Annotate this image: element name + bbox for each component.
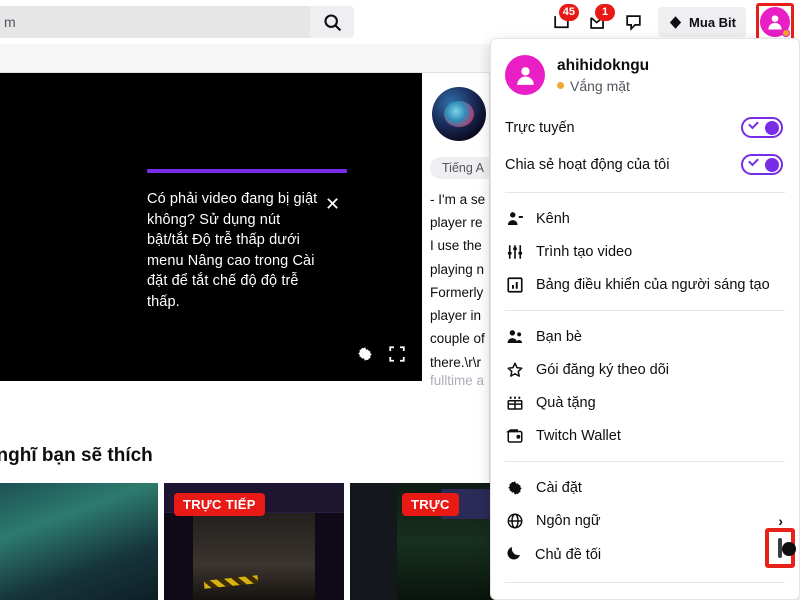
menu-label: Bảng điều khiển của người sáng tạo	[536, 277, 783, 293]
dropdown-status-label: Vắng mặt	[570, 78, 630, 94]
status-dot-badge	[782, 29, 790, 37]
menu-label: Kênh	[536, 211, 783, 227]
menu-item-friends[interactable]: Bạn bè	[491, 320, 799, 353]
toggle-row-share-activity[interactable]: Chia sẻ hoạt động của tôi	[491, 146, 799, 183]
thumbnail-chat-column	[350, 483, 397, 600]
inbox-badge: 1	[595, 4, 615, 21]
divider	[505, 192, 785, 193]
gift-icon	[505, 393, 524, 412]
search-icon	[322, 12, 343, 33]
tooltip-text: Có phải video đang bị giật không? Sử dụn…	[147, 189, 319, 312]
low-latency-tooltip: Có phải video đang bị giật không? Sử dụn…	[147, 169, 362, 312]
menu-item-dark-theme[interactable]: Chủ đề tối	[491, 537, 799, 573]
account-avatar-button[interactable]	[756, 3, 794, 41]
thumbnail-card[interactable]: TRỰC TIẾP	[164, 483, 344, 600]
fullscreen-icon	[388, 345, 406, 363]
menu-label: Bạn bè	[536, 329, 783, 345]
divider	[505, 310, 785, 311]
dropdown-user-header[interactable]: ahihidokngu Vắng mặt	[491, 39, 799, 109]
menu-item-wallet[interactable]: Twitch Wallet	[491, 419, 799, 452]
recommended-section-title: i nghĩ bạn sẽ thích	[0, 445, 153, 467]
divider	[505, 582, 785, 583]
gear-icon	[505, 478, 524, 497]
player-controls	[356, 345, 406, 363]
notifications-badge: 45	[559, 4, 579, 21]
whisper-icon	[624, 13, 643, 32]
gear-icon	[356, 345, 374, 363]
notifications-button[interactable]: 45	[544, 5, 578, 39]
search-button[interactable]	[310, 6, 354, 38]
divider	[505, 461, 785, 462]
video-player[interactable]: Có phải video đang bị giật không? Sử dụn…	[0, 73, 422, 381]
menu-item-logout[interactable]: Đăng xuất	[491, 592, 799, 600]
menu-label: Quà tặng	[536, 395, 783, 411]
search-container	[0, 6, 354, 38]
live-badge: TRỰC	[402, 493, 459, 516]
inbox-button[interactable]: 1	[580, 5, 614, 39]
person-glyph-icon	[765, 12, 785, 32]
online-toggle[interactable]	[741, 117, 783, 138]
chevron-right-icon: ›	[778, 513, 783, 529]
menu-label: Gói đăng ký theo dõi	[536, 362, 783, 378]
user-avatar-icon	[760, 7, 790, 37]
menu-item-creator-dashboard[interactable]: Bảng điều khiển của người sáng tạo	[491, 268, 799, 301]
toggle-knob	[765, 158, 779, 172]
wallet-icon	[505, 426, 524, 445]
menu-label: Trình tạo video	[536, 244, 783, 260]
toggle-row-online[interactable]: Trực tuyến	[491, 109, 799, 146]
channel-avatar[interactable]	[432, 87, 486, 141]
status-dot-icon	[557, 82, 564, 89]
globe-icon	[505, 511, 524, 530]
buy-bits-label: Mua Bit	[689, 15, 736, 30]
whispers-button[interactable]	[616, 5, 650, 39]
toggle-label-share-activity: Chia sẻ hoạt động của tôi	[505, 157, 669, 173]
menu-item-language[interactable]: Ngôn ngữ ›	[491, 504, 799, 537]
language-tag[interactable]: Tiếng A	[430, 157, 496, 179]
tooltip-accent-bar	[147, 169, 347, 173]
menu-label: Cài đặt	[536, 480, 783, 496]
toggle-label-online: Trực tuyến	[505, 120, 575, 136]
creator-dashboard-icon	[505, 275, 524, 294]
menu-item-channel[interactable]: Kênh	[491, 202, 799, 235]
search-input[interactable]	[0, 6, 310, 38]
live-badge: TRỰC TIẾP	[174, 493, 265, 516]
bits-diamond-icon	[668, 15, 683, 30]
recommended-thumbnail-row: TRỰC TIẾP TRỰC	[0, 483, 530, 600]
buy-bits-button[interactable]: Mua Bit	[658, 7, 746, 37]
share-activity-toggle[interactable]	[741, 154, 783, 175]
menu-item-subscriptions[interactable]: Gói đăng ký theo dõi	[491, 353, 799, 386]
menu-label: Ngôn ngữ	[536, 513, 766, 529]
dropdown-status: Vắng mặt	[557, 78, 649, 94]
toggle-knob	[765, 121, 779, 135]
menu-item-video-producer[interactable]: Trình tạo video	[491, 235, 799, 268]
fullscreen-button[interactable]	[388, 345, 406, 363]
toggle-knob	[782, 542, 796, 556]
dropdown-avatar	[505, 55, 545, 95]
check-icon	[748, 156, 759, 167]
twitch-page: 45 1 Mua Bit	[0, 0, 800, 600]
friends-icon	[505, 327, 524, 346]
channel-person-icon	[505, 209, 524, 228]
account-dropdown-menu: ahihidokngu Vắng mặt Trực tuyến Chia sẻ …	[490, 38, 800, 600]
thumbnail-card[interactable]	[0, 483, 158, 600]
dark-mode-toggle[interactable]	[778, 538, 782, 558]
check-icon	[748, 119, 759, 130]
moon-icon	[505, 544, 523, 566]
dropdown-username: ahihidokngu	[557, 57, 649, 75]
menu-item-gifts[interactable]: Quà tặng	[491, 386, 799, 419]
dark-mode-highlight-box	[765, 528, 795, 568]
tooltip-close-button[interactable]: ✕	[325, 195, 340, 213]
star-icon	[505, 360, 524, 379]
person-glyph-icon	[513, 63, 538, 88]
video-producer-sliders-icon	[505, 242, 524, 261]
menu-label: Twitch Wallet	[536, 428, 783, 444]
menu-item-settings[interactable]: Cài đặt	[491, 471, 799, 504]
player-settings-button[interactable]	[356, 345, 374, 363]
menu-label: Chủ đề tối	[535, 547, 601, 563]
